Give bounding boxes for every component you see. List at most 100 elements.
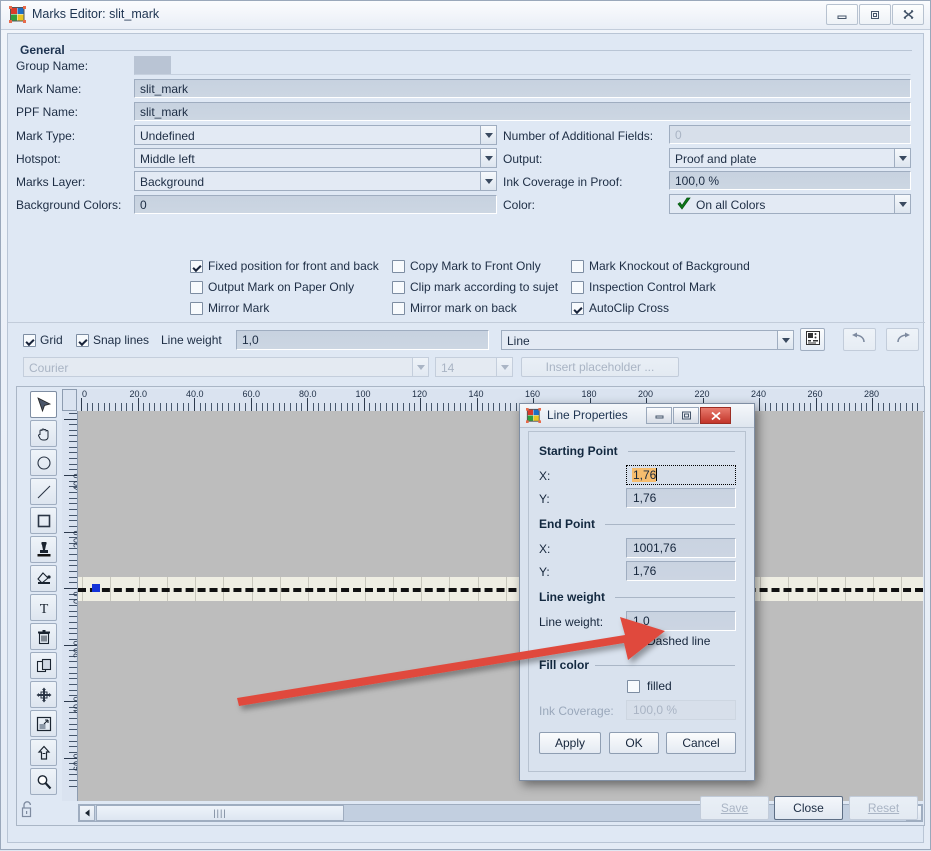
ruler-tick — [307, 398, 308, 411]
close-button[interactable] — [892, 4, 924, 25]
font-size-combo[interactable]: 14 — [435, 357, 513, 377]
bring-front-tool[interactable] — [30, 739, 57, 766]
chevron-down-icon[interactable] — [480, 149, 496, 167]
chevron-down-icon[interactable] — [496, 358, 512, 376]
ruler-tick — [69, 469, 77, 471]
group-name-input[interactable] — [134, 56, 911, 75]
snap-lines-checkbox[interactable] — [76, 334, 89, 347]
duplicate-tool[interactable] — [30, 652, 57, 679]
cancel-button[interactable]: Cancel — [666, 732, 736, 754]
ruler-tick — [69, 616, 77, 618]
chevron-down-icon[interactable] — [412, 358, 428, 376]
ruler-tick — [69, 621, 77, 623]
dialog-maximize-button[interactable] — [673, 407, 699, 424]
ruler-tick — [397, 403, 399, 411]
ellipse-tool[interactable] — [30, 449, 57, 476]
line-weight-rule — [615, 597, 735, 598]
start-y-input[interactable]: 1,76 — [626, 488, 736, 508]
ruler-tick — [69, 452, 77, 454]
save-button[interactable]: Save — [700, 796, 769, 820]
mark-canvas[interactable] — [78, 411, 923, 801]
properties-icon — [805, 331, 820, 348]
line-tool[interactable] — [30, 478, 57, 505]
copy-mark-front-only-checkbox[interactable] — [392, 260, 405, 273]
undo-button[interactable] — [843, 328, 876, 351]
inspection-control-mark-checkbox[interactable] — [571, 281, 584, 294]
ruler-tick — [69, 525, 77, 527]
ruler-tick — [64, 588, 77, 589]
line-weight-input[interactable]: 1,0 — [626, 611, 736, 631]
fill-tool[interactable] — [30, 565, 57, 592]
dashed-line-checkbox[interactable] — [627, 635, 640, 648]
background-colors-input[interactable]: 0 — [134, 195, 497, 214]
properties-button[interactable] — [800, 328, 825, 351]
end-x-input[interactable]: 1001,76 — [626, 538, 736, 558]
chevron-down-icon[interactable] — [480, 126, 496, 144]
mark-knockout-checkbox[interactable] — [571, 260, 584, 273]
output-paper-only-checkbox[interactable] — [190, 281, 203, 294]
svg-text:T: T — [39, 602, 48, 616]
undo-icon — [851, 332, 868, 348]
reset-button[interactable]: Reset — [849, 796, 918, 820]
ruler-tick — [109, 403, 111, 411]
mark-name-input[interactable]: slit_mark — [134, 79, 911, 98]
chevron-down-icon[interactable] — [894, 149, 910, 167]
chevron-down-icon[interactable] — [480, 172, 496, 190]
output-label: Output: — [503, 152, 543, 166]
ruler-tick — [470, 403, 472, 411]
text-tool[interactable]: T — [30, 594, 57, 621]
insert-placeholder-button[interactable]: Insert placeholder ... — [521, 357, 679, 377]
marks-editor-icon — [9, 6, 26, 23]
move-tool[interactable] — [30, 681, 57, 708]
select-tool[interactable] — [30, 391, 57, 418]
grid-checkbox[interactable] — [23, 334, 36, 347]
ruler-tick — [911, 403, 913, 411]
dialog-minimize-button[interactable] — [646, 407, 672, 424]
pan-tool[interactable] — [30, 420, 57, 447]
chevron-down-icon[interactable] — [777, 331, 793, 349]
start-x-input[interactable]: 1,76 — [626, 465, 736, 485]
mark-type-combo[interactable]: Undefined — [134, 125, 497, 145]
ruler-tick — [92, 403, 94, 411]
mark-knockout-label: Mark Knockout of Background — [589, 259, 750, 273]
ppf-name-input[interactable]: slit_mark — [134, 102, 911, 121]
filled-checkbox[interactable] — [627, 680, 640, 693]
hotspot-combo[interactable]: Middle left — [134, 148, 497, 168]
resize-tool[interactable] — [30, 710, 57, 737]
fill-color-legend: Fill color — [539, 658, 594, 672]
dialog-close-button[interactable] — [700, 407, 731, 424]
line-weight-legend: Line weight — [539, 590, 609, 604]
output-combo[interactable]: Proof and plate — [669, 148, 911, 168]
end-y-input[interactable]: 1,76 — [626, 561, 736, 581]
mirror-mark-back-checkbox[interactable] — [392, 302, 405, 315]
maximize-button[interactable] — [859, 4, 891, 25]
stamp-tool[interactable] — [30, 536, 57, 563]
chevron-down-icon[interactable] — [894, 195, 910, 213]
color-combo[interactable]: On all Colors — [669, 194, 911, 214]
marks-layer-combo[interactable]: Background — [134, 171, 497, 191]
shape-combo[interactable]: Line — [501, 330, 794, 350]
font-combo[interactable]: Courier — [23, 357, 429, 377]
minimize-button[interactable] — [826, 4, 858, 25]
ruler-tick — [826, 403, 828, 411]
line-weight-toolbar-input[interactable]: 1,0 — [236, 330, 489, 350]
ink-coverage-proof-input[interactable]: 100,0 % — [669, 171, 911, 190]
ruler-tick — [487, 403, 489, 411]
ruler-tick — [267, 403, 269, 411]
mirror-mark-checkbox[interactable] — [190, 302, 203, 315]
ruler-tick — [64, 418, 77, 420]
autoclip-cross-checkbox[interactable] — [571, 302, 584, 315]
redo-button[interactable] — [886, 328, 919, 351]
rect-tool[interactable] — [30, 507, 57, 534]
clip-mark-sujet-checkbox[interactable] — [392, 281, 405, 294]
lock-icon[interactable] — [20, 800, 36, 822]
dashed-line-mark[interactable] — [78, 588, 923, 592]
line-start-handle[interactable] — [92, 584, 100, 592]
ruler-tick — [137, 398, 139, 411]
apply-button[interactable]: Apply — [539, 732, 601, 754]
fixed-position-checkbox[interactable] — [190, 260, 203, 273]
color-value: On all Colors — [696, 198, 766, 212]
delete-tool[interactable] — [30, 623, 57, 650]
close-button-footer[interactable]: Close — [774, 796, 843, 820]
ok-button[interactable]: OK — [609, 732, 659, 754]
